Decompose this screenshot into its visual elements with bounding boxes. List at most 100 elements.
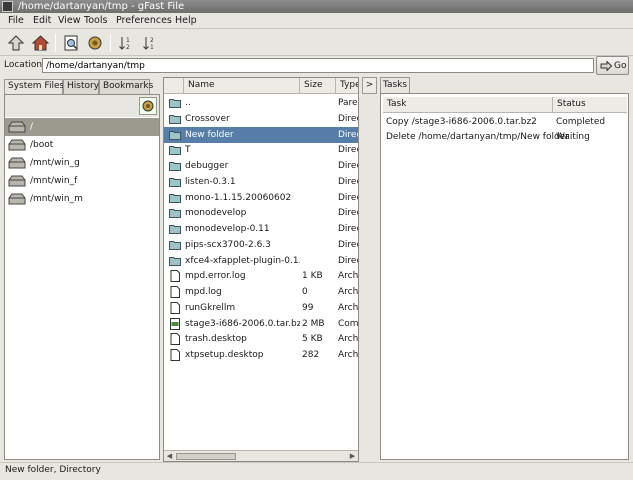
- file-icon: [170, 270, 180, 283]
- file-name: mono-1.1.15.20060602: [185, 192, 292, 203]
- tab-tasks[interactable]: Tasks: [380, 77, 410, 93]
- file-name: trash.desktop: [185, 334, 247, 345]
- file-type: Parent: [338, 98, 358, 108]
- menu-file[interactable]: File: [8, 15, 24, 26]
- tree-item[interactable]: /mnt/win_g: [5, 154, 159, 172]
- settings-icon: [142, 100, 154, 112]
- file-type: Directory: [338, 239, 358, 250]
- task-row[interactable]: Delete /home/dartanyan/tmp/New folder Wa…: [381, 130, 628, 145]
- column-header-icon[interactable]: [164, 78, 184, 94]
- system-files-settings-button[interactable]: [139, 97, 157, 115]
- task-status: Completed: [556, 117, 606, 127]
- file-row[interactable]: mpd.log 0 Archive: [164, 284, 358, 300]
- tab-history[interactable]: History: [63, 79, 99, 94]
- tree-item[interactable]: /: [5, 118, 159, 136]
- scroll-right-icon[interactable]: ▶: [348, 452, 357, 461]
- file-type: Archive: [338, 350, 358, 360]
- file-row[interactable]: xtpsetup.desktop 282 Archive: [164, 347, 358, 363]
- toolbar: 12 21: [0, 29, 633, 56]
- tab-system-files[interactable]: System Files: [4, 79, 64, 95]
- file-size: 2 MB: [302, 318, 325, 329]
- column-header-task[interactable]: Task: [383, 97, 553, 113]
- menu-preferences[interactable]: Preferences: [116, 15, 172, 26]
- tree-item-label: /mnt/win_g: [30, 158, 80, 168]
- scroll-left-icon[interactable]: ◀: [165, 452, 174, 461]
- file-name: Crossover: [185, 113, 230, 124]
- file-name: debugger: [185, 161, 229, 171]
- svg-text:1: 1: [150, 44, 154, 51]
- file-type: Directory: [338, 176, 358, 187]
- home-button[interactable]: [30, 33, 50, 53]
- file-type: Directory: [338, 129, 358, 140]
- go-arrow-icon: [600, 60, 612, 71]
- file-row[interactable]: T Directory: [164, 142, 358, 158]
- tab-bookmarks[interactable]: Bookmarks: [99, 79, 153, 94]
- file-name: runGkrellm: [185, 302, 236, 313]
- tree-item[interactable]: /mnt/win_f: [5, 172, 159, 190]
- menu-tools[interactable]: Tools: [84, 15, 107, 26]
- menu-edit[interactable]: Edit: [33, 15, 51, 26]
- file-type: Compressed: [338, 318, 358, 329]
- drive-icon: [8, 139, 26, 151]
- file-type: Directory: [338, 255, 358, 266]
- file-size: 282: [302, 350, 320, 360]
- svg-text:2: 2: [150, 37, 154, 44]
- file-type: Archive: [338, 302, 358, 313]
- file-row[interactable]: mono-1.1.15.20060602 Directory: [164, 190, 358, 206]
- window-menu-icon[interactable]: [2, 1, 13, 12]
- file-row[interactable]: listen-0.3.1 Directory: [164, 174, 358, 190]
- file-size: 1 KB: [302, 271, 323, 282]
- sort-descending-button[interactable]: 21: [140, 33, 160, 53]
- file-row[interactable]: .. Parent: [164, 95, 358, 111]
- file-row[interactable]: trash.desktop 5 KB Archive: [164, 331, 358, 347]
- settings-button[interactable]: [85, 33, 105, 53]
- scrollbar-thumb[interactable]: [176, 453, 236, 460]
- menu-bar: File Edit View Tools Preferences Help: [0, 13, 633, 29]
- file-name: monodevelop-0.11: [185, 224, 270, 234]
- file-name: stage3-i686-2006.0.tar.bz2: [185, 318, 300, 329]
- task-row[interactable]: Copy /stage3-i686-2006.0.tar.bz2 Complet…: [381, 115, 628, 130]
- file-name: mpd.log: [185, 287, 222, 297]
- location-input[interactable]: [42, 58, 594, 73]
- collapse-tasks-button[interactable]: >: [362, 77, 377, 94]
- file-type: Directory: [338, 113, 358, 124]
- menu-help[interactable]: Help: [175, 15, 197, 26]
- view-button[interactable]: [61, 33, 81, 53]
- file-type: Directory: [338, 192, 358, 203]
- go-button[interactable]: Go: [596, 56, 629, 75]
- folder-icon: [169, 146, 181, 156]
- title-bar: /home/dartanyan/tmp - gFast File: [0, 0, 633, 13]
- file-list-panel: Name Size Type .. Parent Crossover Director…: [163, 77, 359, 462]
- file-row[interactable]: xfce4-xfapplet-plugin-0.1.0 Directory: [164, 253, 358, 269]
- file-icon: [170, 301, 180, 314]
- file-list-scrollbar[interactable]: ◀ ▶: [164, 450, 358, 461]
- file-row[interactable]: New folder Directory: [164, 126, 358, 143]
- sort-descending-icon: 21: [143, 37, 154, 51]
- file-row[interactable]: monodevelop Directory: [164, 205, 358, 221]
- file-row[interactable]: debugger Directory: [164, 158, 358, 174]
- sort-ascending-button[interactable]: 12: [116, 33, 136, 53]
- file-row[interactable]: Crossover Directory: [164, 111, 358, 127]
- column-header-status[interactable]: Status: [553, 97, 627, 113]
- menu-view[interactable]: View: [58, 15, 81, 26]
- task-description: Copy /stage3-i686-2006.0.tar.bz2: [386, 117, 537, 127]
- column-header-type[interactable]: Type: [336, 78, 358, 94]
- file-size: 99: [302, 302, 314, 313]
- column-header-name[interactable]: Name: [184, 78, 300, 94]
- location-bar: Location: Go: [0, 56, 633, 76]
- up-button[interactable]: [6, 33, 26, 53]
- file-icon: [170, 333, 180, 346]
- drive-icon: [8, 175, 26, 187]
- folder-icon: [169, 256, 181, 266]
- file-name: listen-0.3.1: [185, 176, 236, 187]
- file-row[interactable]: mpd.error.log 1 KB Archive: [164, 268, 358, 284]
- file-name: xtpsetup.desktop: [185, 350, 264, 360]
- file-row[interactable]: runGkrellm 99 Archive: [164, 300, 358, 316]
- tree-item[interactable]: /boot: [5, 136, 159, 154]
- file-row[interactable]: pips-scx3700-2.6.3 Directory: [164, 237, 358, 253]
- tree-item[interactable]: /mnt/win_m: [5, 190, 159, 208]
- file-row[interactable]: stage3-i686-2006.0.tar.bz22 MB Compressed: [164, 316, 358, 332]
- file-size: 0: [302, 287, 308, 297]
- file-row[interactable]: monodevelop-0.11 Directory: [164, 221, 358, 237]
- column-header-size[interactable]: Size: [300, 78, 336, 94]
